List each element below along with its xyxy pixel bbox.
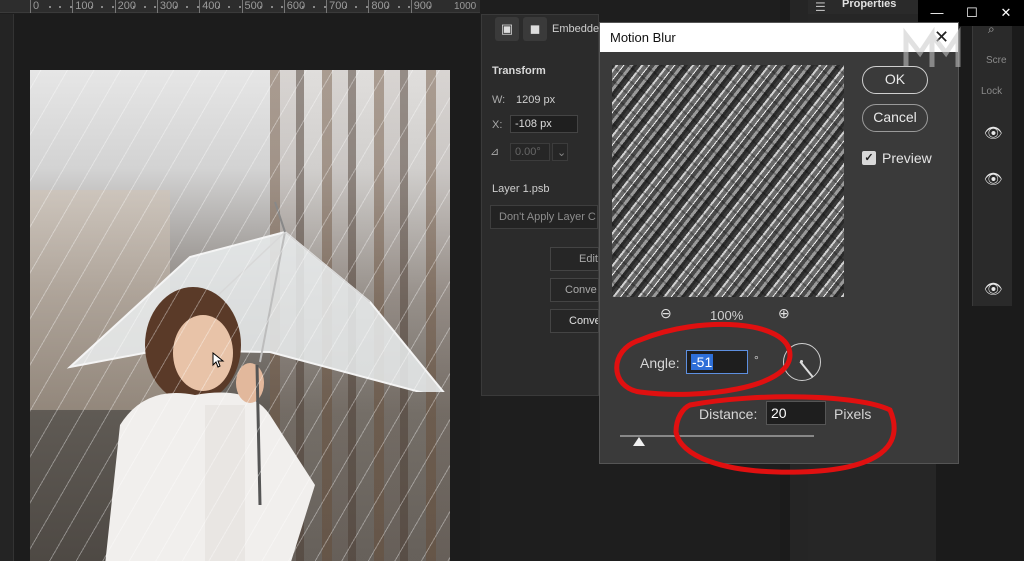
lock-label: Lock xyxy=(981,86,1003,97)
distance-label: Distance: xyxy=(699,406,758,422)
properties-toolbar: ▣ ◼ Embedde xyxy=(492,17,602,45)
ruler-minor-tick xyxy=(228,6,231,8)
angle-label: Angle: xyxy=(640,355,680,371)
x-field[interactable]: -108 px xyxy=(510,115,578,133)
ruler-minor-tick xyxy=(143,6,146,8)
ruler-minor-tick xyxy=(217,6,220,8)
document-image[interactable] xyxy=(30,70,450,561)
ruler-minor-tick xyxy=(186,6,189,8)
ruler-minor-tick xyxy=(270,6,273,8)
angle-dial[interactable] xyxy=(783,343,821,381)
cancel-button[interactable]: Cancel xyxy=(862,104,928,132)
layers-search-text[interactable]: Scre xyxy=(986,55,1007,66)
ruler-minor-tick xyxy=(59,6,62,8)
preview-label: Preview xyxy=(882,150,932,166)
distance-unit: Pixels xyxy=(834,406,872,422)
distance-slider-track[interactable] xyxy=(620,435,814,437)
layer-comp-dropdown[interactable]: Don't Apply Layer C xyxy=(490,205,598,229)
ruler-tick-label: 0 xyxy=(30,0,39,13)
dialog-title: Motion Blur xyxy=(610,30,676,45)
angle-glyph-icon: ⊿ xyxy=(490,146,500,158)
zoom-out-icon[interactable]: ⊖ xyxy=(660,305,672,322)
ruler-minor-tick xyxy=(90,6,93,8)
angle-input[interactable]: -51 xyxy=(686,350,748,374)
blur-preview[interactable] xyxy=(612,65,844,297)
mouse-cursor-icon xyxy=(212,352,225,368)
logo-watermark-icon xyxy=(903,27,961,67)
smart-object-icon[interactable]: ▣ xyxy=(495,17,519,41)
ruler-minor-tick xyxy=(344,6,347,8)
visibility-eye-icon[interactable]: 👁 xyxy=(984,124,1003,142)
ruler-minor-tick xyxy=(397,6,400,8)
ruler-minor-tick xyxy=(312,6,315,8)
embedded-label: Embedde xyxy=(552,23,600,35)
edit-contents-button[interactable]: Edit xyxy=(550,247,599,271)
layer-name: Layer 1.psb xyxy=(492,183,550,195)
transform-heading: Transform xyxy=(492,65,546,77)
mask-icon[interactable]: ◼ xyxy=(523,17,547,41)
zoom-in-icon[interactable]: ⊕ xyxy=(778,305,790,322)
close-window-button[interactable]: ✕ xyxy=(988,0,1024,26)
ruler-tick-label: 1000 xyxy=(454,1,477,12)
ruler-minor-tick xyxy=(101,6,104,8)
vertical-ruler xyxy=(0,14,14,561)
angle-value: -51 xyxy=(691,354,714,370)
angle-field[interactable]: 0.00° xyxy=(510,143,550,161)
distance-input[interactable]: 20 xyxy=(766,401,826,425)
convert-button-2[interactable]: Conve xyxy=(550,309,599,333)
ruler-minor-tick xyxy=(260,6,263,8)
ruler-minor-tick xyxy=(175,6,178,8)
visibility-eye-icon[interactable]: 👁 xyxy=(984,170,1003,188)
maximize-button[interactable]: ☐ xyxy=(956,0,988,26)
ruler-minor-tick xyxy=(429,6,432,8)
angle-dropdown-icon[interactable]: ⌄ xyxy=(552,143,568,161)
x-label: X: xyxy=(492,119,503,131)
properties-tab-label[interactable]: Properties xyxy=(842,0,896,10)
ruler-minor-tick xyxy=(133,6,136,8)
zoom-level: 100% xyxy=(710,308,744,323)
distance-slider-thumb[interactable] xyxy=(633,437,645,446)
ruler-minor-tick xyxy=(355,6,358,8)
ruler-minor-tick xyxy=(48,6,51,8)
rain-overlay xyxy=(30,70,450,561)
angle-unit: ° xyxy=(754,353,759,367)
width-value[interactable]: 1209 px xyxy=(516,94,555,106)
preview-checkbox[interactable]: ✓ xyxy=(862,151,876,165)
motion-blur-dialog: Motion Blur ✕ ⊖ 100% ⊕ OK Cancel ✓ Previ… xyxy=(599,22,959,464)
dial-needle xyxy=(799,361,814,378)
ruler-minor-tick xyxy=(302,6,305,8)
horizontal-ruler: 0 100 200 300 400 500 600 700 800 900 1000 xyxy=(0,0,480,13)
ruler-minor-tick xyxy=(386,6,389,8)
sliders-icon: ☰ xyxy=(815,0,826,14)
convert-button-1[interactable]: Conve xyxy=(550,278,599,302)
width-label: W: xyxy=(492,94,506,106)
visibility-eye-icon[interactable]: 👁 xyxy=(984,280,1003,298)
